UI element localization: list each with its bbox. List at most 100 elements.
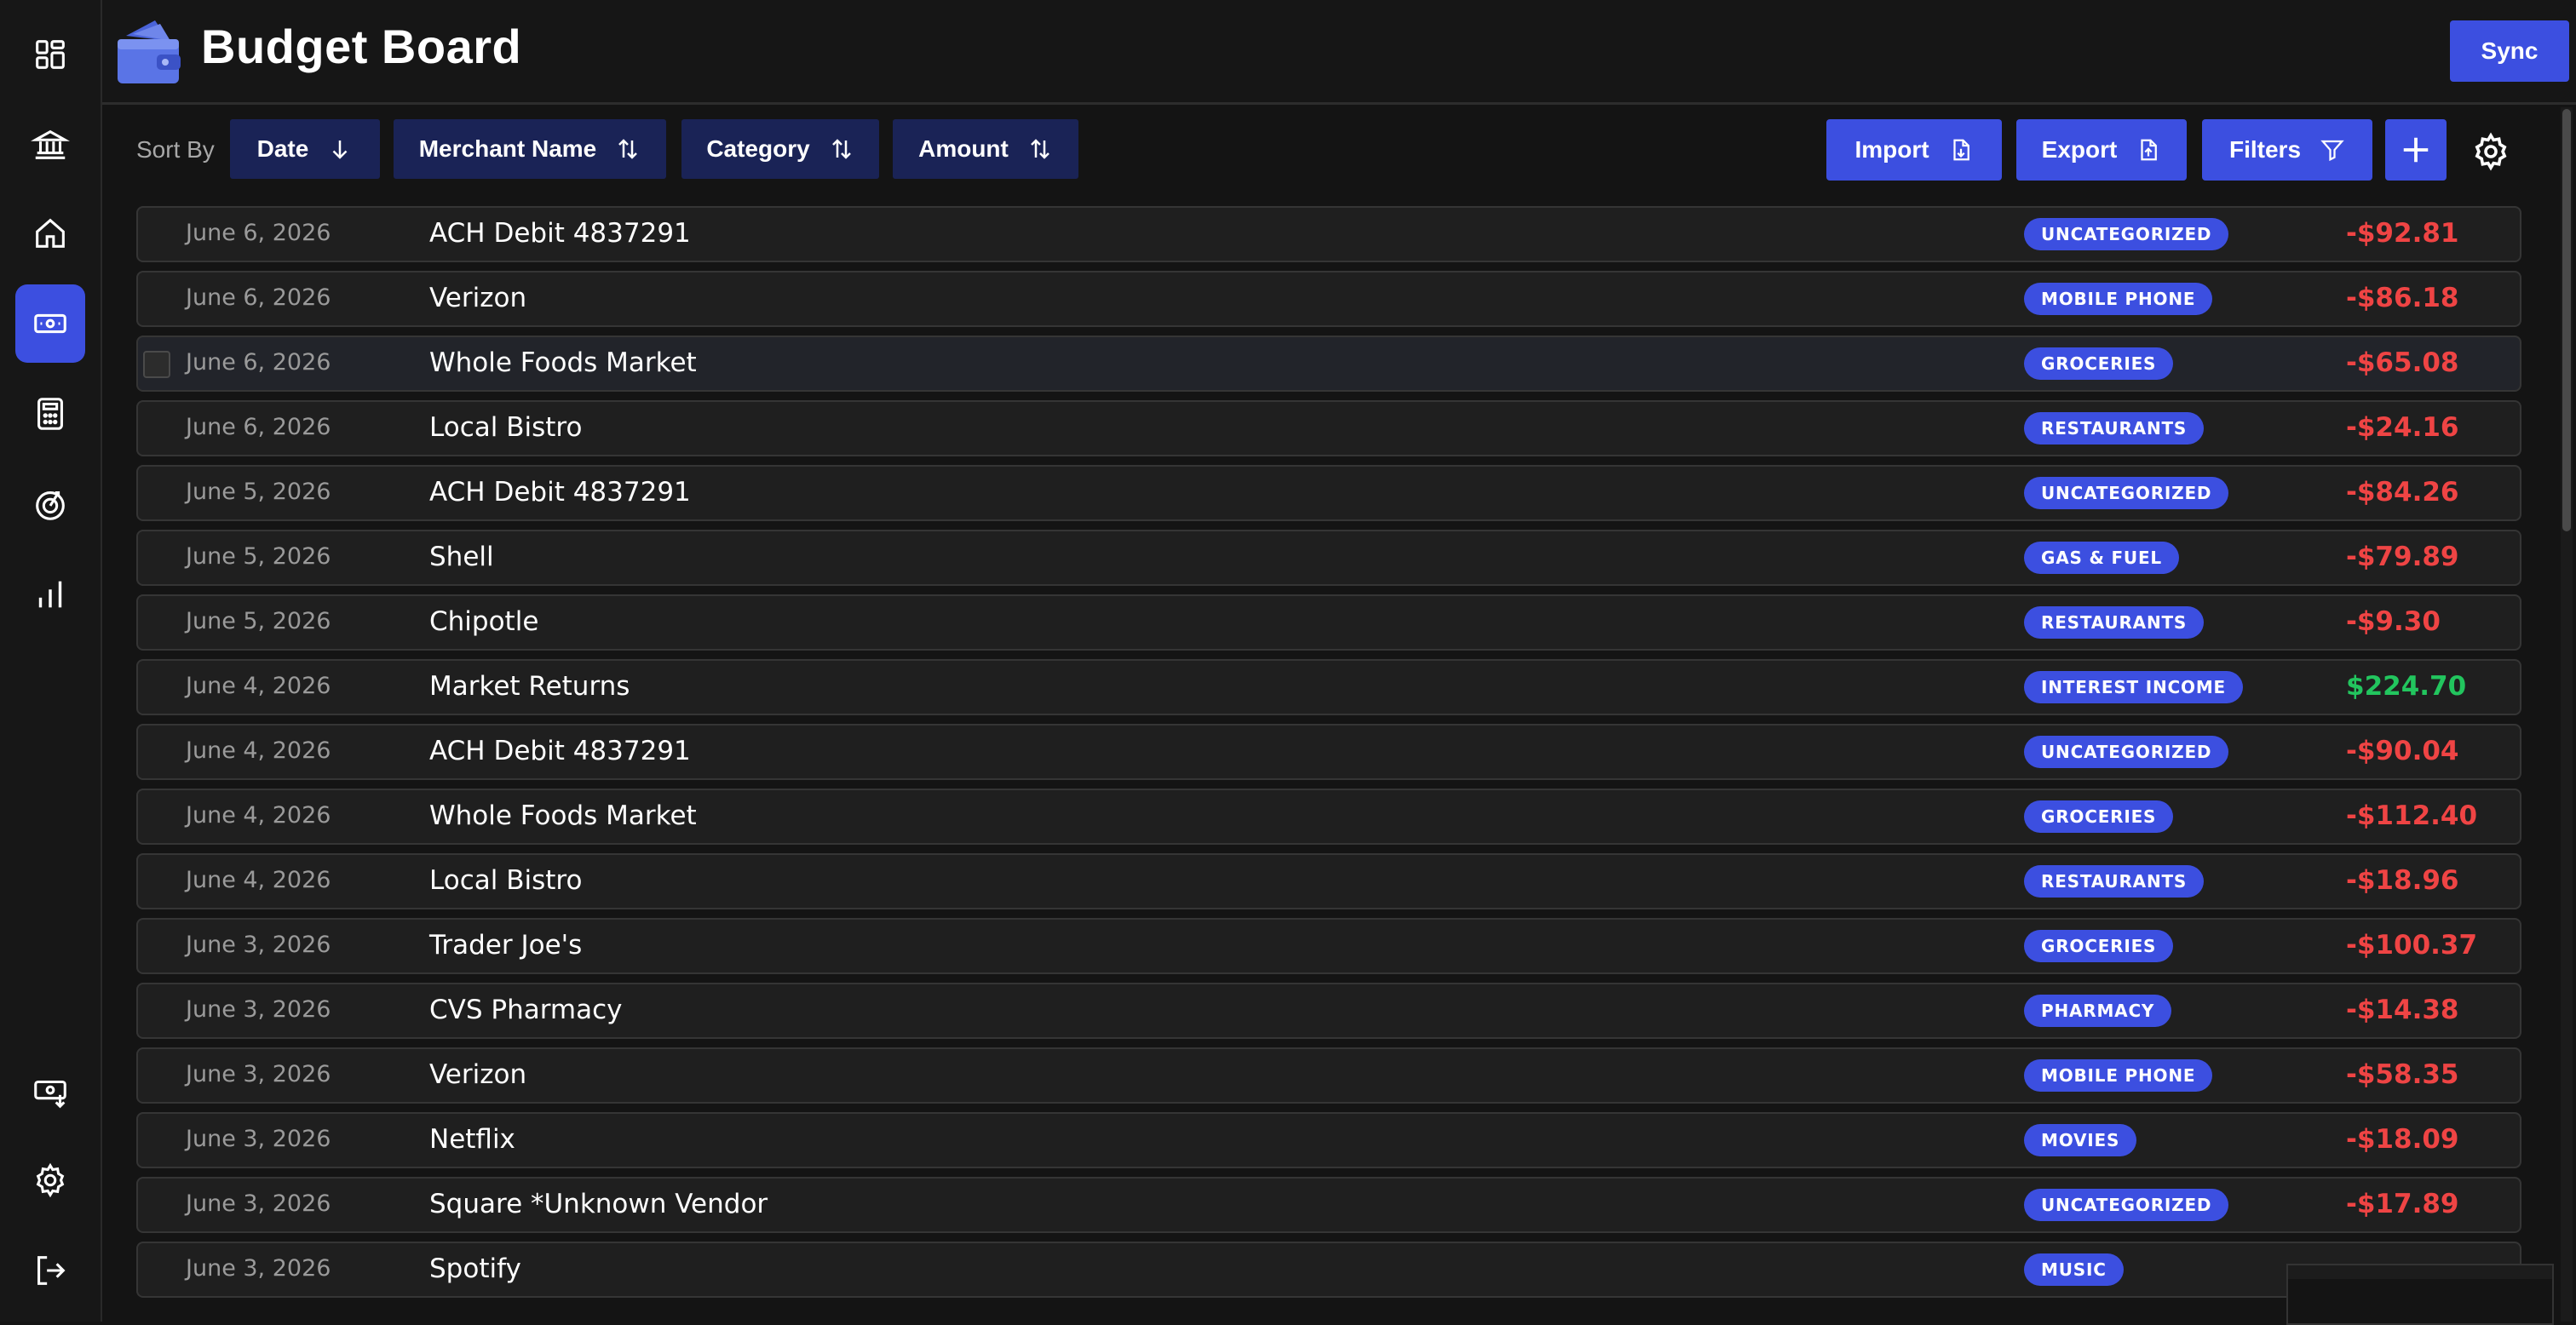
- transaction-merchant[interactable]: CVS Pharmacy: [429, 995, 623, 1025]
- sidebar-item-transactions[interactable]: [15, 284, 85, 363]
- transaction-merchant[interactable]: Market Returns: [429, 671, 630, 702]
- sort-category-button[interactable]: Category: [681, 119, 879, 179]
- category-badge[interactable]: MUSIC: [2024, 1253, 2124, 1286]
- sidebar-item-logout[interactable]: [15, 1231, 85, 1310]
- transaction-merchant[interactable]: Netflix: [429, 1124, 515, 1155]
- transaction-merchant[interactable]: Local Bistro: [429, 412, 582, 443]
- transaction-amount[interactable]: -$58.35: [2346, 1059, 2459, 1090]
- sort-category-label: Category: [706, 135, 810, 162]
- category-badge[interactable]: GAS & FUEL: [2024, 542, 2179, 574]
- transaction-date: June 3, 2026: [186, 1255, 331, 1282]
- export-button[interactable]: Export: [2016, 119, 2187, 181]
- transaction-row[interactable]: June 6, 2026 Whole Foods Market GROCERIES -…: [136, 336, 2521, 392]
- transaction-merchant[interactable]: Local Bistro: [429, 865, 582, 896]
- sort-date-button[interactable]: Date: [230, 119, 380, 179]
- sidebar-item-settings[interactable]: [15, 1141, 85, 1219]
- sort-merchant-button[interactable]: Merchant Name: [394, 119, 666, 179]
- category-badge[interactable]: UNCATEGORIZED: [2024, 218, 2229, 250]
- transaction-row[interactable]: June 4, 2026 ACH Debit 4837291 UNCATEGORIZ…: [136, 724, 2521, 780]
- transaction-row[interactable]: June 4, 2026 Whole Foods Market GROCERIES -…: [136, 789, 2521, 845]
- transaction-merchant[interactable]: Verizon: [429, 1059, 526, 1090]
- transaction-merchant[interactable]: Whole Foods Market: [429, 347, 697, 378]
- transaction-date: June 3, 2026: [186, 996, 331, 1023]
- import-button[interactable]: Import: [1826, 119, 2002, 181]
- sidebar-item-dashboard[interactable]: [15, 15, 85, 94]
- dashboard-icon: [36, 40, 65, 69]
- transaction-merchant[interactable]: Spotify: [429, 1253, 521, 1284]
- transaction-amount[interactable]: -$100.37: [2346, 930, 2477, 961]
- transaction-amount[interactable]: -$17.89: [2346, 1189, 2459, 1219]
- transaction-row[interactable]: June 3, 2026 Netflix MOVIES -$18.09: [136, 1112, 2521, 1168]
- transaction-amount[interactable]: -$92.81: [2346, 218, 2459, 249]
- transaction-merchant[interactable]: Shell: [429, 542, 494, 572]
- transaction-row[interactable]: June 5, 2026 Chipotle RESTAURANTS -$9.30: [136, 594, 2521, 651]
- transaction-amount[interactable]: -$18.09: [2346, 1124, 2459, 1155]
- transaction-amount[interactable]: -$18.96: [2346, 865, 2459, 896]
- transaction-merchant[interactable]: Square *Unknown Vendor: [429, 1189, 768, 1219]
- transaction-row[interactable]: June 5, 2026 Shell GAS & FUEL -$79.89: [136, 530, 2521, 586]
- row-select-checkbox[interactable]: [143, 351, 170, 378]
- sidebar-item-trends[interactable]: [15, 555, 85, 634]
- category-badge[interactable]: GROCERIES: [2024, 800, 2174, 833]
- category-badge[interactable]: MOBILE PHONE: [2024, 283, 2213, 315]
- transaction-amount[interactable]: -$84.26: [2346, 477, 2459, 508]
- category-badge[interactable]: UNCATEGORIZED: [2024, 736, 2229, 768]
- transaction-row[interactable]: June 6, 2026 Local Bistro RESTAURANTS -$24.…: [136, 400, 2521, 456]
- app-header: Budget Board Sync: [102, 0, 2576, 105]
- category-badge[interactable]: UNCATEGORIZED: [2024, 477, 2229, 509]
- transaction-amount[interactable]: $224.70: [2346, 671, 2466, 702]
- category-badge[interactable]: GROCERIES: [2024, 347, 2174, 380]
- transaction-amount[interactable]: -$9.30: [2346, 606, 2441, 637]
- category-badge[interactable]: GROCERIES: [2024, 930, 2174, 962]
- category-badge[interactable]: RESTAURANTS: [2024, 412, 2205, 445]
- category-badge[interactable]: MOBILE PHONE: [2024, 1059, 2213, 1092]
- transaction-merchant[interactable]: Chipotle: [429, 606, 538, 637]
- transaction-amount[interactable]: -$24.16: [2346, 412, 2459, 443]
- transaction-amount[interactable]: -$86.18: [2346, 283, 2459, 313]
- category-badge[interactable]: MOVIES: [2024, 1124, 2137, 1156]
- transaction-date: June 5, 2026: [186, 608, 331, 634]
- transaction-date: June 4, 2026: [186, 673, 331, 699]
- transaction-row[interactable]: June 6, 2026 Verizon MOBILE PHONE -$86.18: [136, 271, 2521, 327]
- money-icon: [34, 313, 66, 334]
- category-badge[interactable]: RESTAURANTS: [2024, 606, 2205, 639]
- transaction-date: June 3, 2026: [186, 932, 331, 958]
- sync-button[interactable]: Sync: [2450, 20, 2569, 82]
- filter-icon: [2320, 140, 2344, 162]
- transaction-merchant[interactable]: ACH Debit 4837291: [429, 477, 691, 508]
- transaction-row[interactable]: June 3, 2026 Spotify MUSIC: [136, 1242, 2521, 1298]
- sort-amount-button[interactable]: Amount: [893, 119, 1078, 179]
- transaction-amount[interactable]: -$14.38: [2346, 995, 2459, 1025]
- transaction-merchant[interactable]: Verizon: [429, 283, 526, 313]
- sidebar-item-home[interactable]: [15, 194, 85, 272]
- transaction-amount[interactable]: -$112.40: [2346, 800, 2477, 831]
- category-badge[interactable]: RESTAURANTS: [2024, 865, 2205, 898]
- transaction-merchant[interactable]: Whole Foods Market: [429, 800, 697, 831]
- category-badge[interactable]: PHARMACY: [2024, 995, 2172, 1027]
- category-badge[interactable]: UNCATEGORIZED: [2024, 1189, 2229, 1221]
- scrollbar-thumb[interactable]: [2562, 109, 2571, 531]
- filters-button[interactable]: Filters: [2202, 119, 2372, 181]
- transaction-merchant[interactable]: ACH Debit 4837291: [429, 736, 691, 766]
- category-badge[interactable]: INTEREST INCOME: [2024, 671, 2243, 703]
- transaction-amount[interactable]: -$90.04: [2346, 736, 2459, 766]
- transaction-row[interactable]: June 5, 2026 ACH Debit 4837291 UNCATEGORIZ…: [136, 465, 2521, 521]
- sidebar-item-import[interactable]: [15, 1053, 85, 1131]
- transaction-row[interactable]: June 3, 2026 Verizon MOBILE PHONE -$58.35: [136, 1047, 2521, 1104]
- transaction-row[interactable]: June 6, 2026 ACH Debit 4837291 UNCATEGORIZ…: [136, 206, 2521, 262]
- transaction-row[interactable]: June 4, 2026 Local Bistro RESTAURANTS -$18.…: [136, 853, 2521, 909]
- gear-icon[interactable]: [2470, 131, 2511, 172]
- transaction-row[interactable]: June 3, 2026 Trader Joe's GROCERIES -$100.3…: [136, 918, 2521, 974]
- transaction-row[interactable]: June 3, 2026 CVS Pharmacy PHARMACY -$14.38: [136, 983, 2521, 1039]
- transaction-amount[interactable]: -$79.89: [2346, 542, 2459, 572]
- transaction-merchant[interactable]: Trader Joe's: [429, 930, 582, 961]
- add-transaction-button[interactable]: [2385, 119, 2447, 181]
- transaction-merchant[interactable]: ACH Debit 4837291: [429, 218, 691, 249]
- transaction-date: June 6, 2026: [186, 284, 331, 311]
- sidebar-item-budgets[interactable]: [15, 375, 85, 453]
- sidebar-item-accounts[interactable]: [15, 106, 85, 184]
- sidebar-item-goals[interactable]: [15, 465, 85, 543]
- transaction-amount[interactable]: -$65.08: [2346, 347, 2459, 378]
- transaction-row[interactable]: June 3, 2026 Square *Unknown Vendor UNCATE…: [136, 1177, 2521, 1233]
- transaction-row[interactable]: June 4, 2026 Market Returns INTEREST INCOM…: [136, 659, 2521, 715]
